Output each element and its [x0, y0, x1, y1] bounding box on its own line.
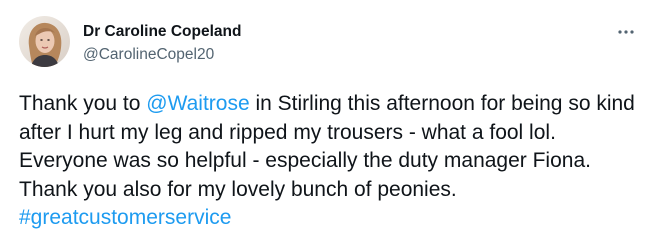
- tweet-text: Thank you to @Waitrose in Stirling this …: [19, 90, 644, 233]
- avatar[interactable]: [19, 16, 70, 67]
- profile-photo-icon: [19, 16, 70, 67]
- author-display-name[interactable]: Dr Caroline Copeland: [83, 22, 241, 42]
- mention-link[interactable]: @Waitrose: [146, 92, 249, 115]
- author-info: Dr Caroline Copeland @CarolineCopel20: [83, 22, 241, 65]
- tweet-text-part: Thank you to: [19, 92, 147, 115]
- author-handle[interactable]: @CarolineCopel20: [83, 45, 241, 65]
- more-horizontal-icon: [618, 30, 634, 34]
- hashtag-link[interactable]: #greatcustomerservice: [19, 206, 231, 229]
- tweet-card: Dr Caroline Copeland @CarolineCopel20 Th…: [0, 0, 654, 252]
- more-options-button[interactable]: [615, 22, 637, 42]
